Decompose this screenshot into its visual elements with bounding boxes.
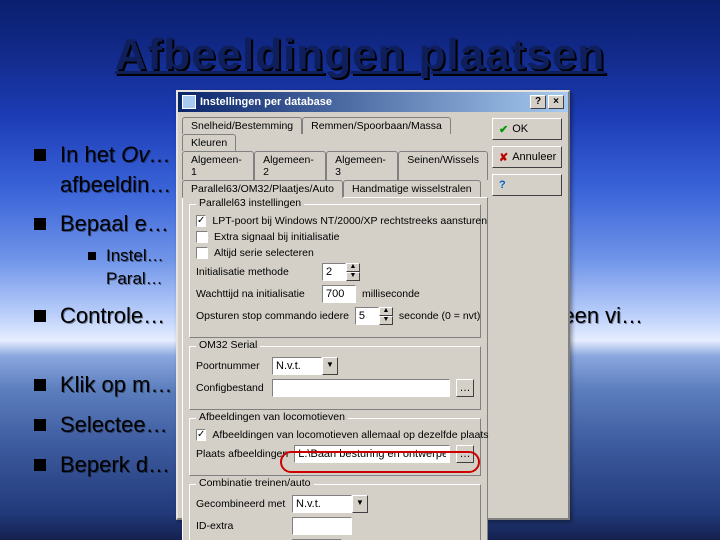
tab-seinen[interactable]: Seinen/Wissels	[398, 151, 488, 180]
same-place-checkbox[interactable]	[196, 429, 206, 441]
question-icon: ?	[499, 179, 506, 191]
combi-combo[interactable]	[292, 495, 352, 513]
init-method-field[interactable]	[322, 263, 346, 281]
help-button[interactable]: ?	[492, 174, 562, 196]
titlebar[interactable]: Instellingen per database ? ×	[178, 92, 568, 112]
group-om32: OM32 Serial Poortnummer ▼ Configbestand …	[189, 346, 481, 410]
serie-checkbox[interactable]	[196, 247, 208, 259]
spin-up-icon[interactable]: ▲	[379, 307, 393, 316]
spin-down-icon[interactable]: ▼	[346, 272, 360, 281]
group-title: Combinatie treinen/auto	[196, 477, 314, 489]
wait-label: Wachttijd na initialisatie	[196, 288, 316, 300]
combi-label: Gecombineerd met	[196, 498, 286, 510]
group-title: OM32 Serial	[196, 339, 260, 351]
path-label: Plaats afbeeldingen	[196, 448, 288, 460]
id-extra-label: ID-extra	[196, 520, 286, 532]
lpt-checkbox[interactable]	[196, 215, 206, 227]
tab-algemeen2[interactable]: Algemeen-2	[254, 151, 326, 180]
stop-unit: seconde (0 = nvt)	[399, 310, 480, 322]
same-place-label: Afbeeldingen van locomotieven allemaal o…	[212, 429, 488, 441]
wait-unit: milliseconde	[362, 288, 420, 300]
slide-title: Afbeeldingen plaatsen	[0, 30, 720, 80]
port-label: Poortnummer	[196, 360, 266, 372]
group-title: Afbeeldingen van locomotieven	[196, 411, 348, 423]
cancel-button[interactable]: ✘Annuleer	[492, 146, 562, 168]
tab-handmatig[interactable]: Handmatige wisselstralen	[343, 180, 481, 198]
settings-dialog: Instellingen per database ? × ✔OK ✘Annul…	[176, 90, 570, 520]
tab-algemeen1[interactable]: Algemeen-1	[182, 151, 254, 180]
serie-label: Altijd serie selecteren	[214, 247, 314, 259]
tab-remmen[interactable]: Remmen/Spoorbaan/Massa	[302, 117, 451, 134]
close-icon: ✘	[499, 151, 508, 164]
app-icon	[182, 95, 196, 109]
dialog-title: Instellingen per database	[200, 96, 332, 108]
om32-port-combo[interactable]	[272, 357, 322, 375]
spin-up-icon[interactable]: ▲	[346, 263, 360, 272]
browse-button[interactable]: …	[456, 445, 474, 463]
stop-label: Opsturen stop commando iedere	[196, 310, 349, 322]
stop-field[interactable]	[355, 307, 379, 325]
chevron-down-icon[interactable]: ▼	[352, 495, 368, 513]
close-button[interactable]: ×	[548, 95, 564, 109]
tab-kleuren[interactable]: Kleuren	[182, 134, 236, 151]
tab-snelheid[interactable]: Snelheid/Bestemming	[182, 117, 302, 134]
id-extra-field[interactable]	[292, 517, 352, 535]
image-path-field[interactable]	[294, 445, 450, 463]
wait-field[interactable]	[322, 285, 356, 303]
config-label: Configbestand	[196, 382, 266, 394]
ok-button[interactable]: ✔OK	[492, 118, 562, 140]
extra-signal-label: Extra signaal bij initialisatie	[214, 231, 339, 243]
spin-down-icon[interactable]: ▼	[379, 316, 393, 325]
init-label: Initialisatie methode	[196, 266, 316, 278]
group-parallel: Parallel63 instellingen LPT-poort bij Wi…	[189, 204, 481, 338]
group-title: Parallel63 instellingen	[196, 197, 304, 209]
help-button[interactable]: ?	[530, 95, 546, 109]
extra-signal-checkbox[interactable]	[196, 231, 208, 243]
tab-panel: Parallel63 instellingen LPT-poort bij Wi…	[182, 197, 488, 540]
chevron-down-icon[interactable]: ▼	[322, 357, 338, 375]
tab-algemeen3[interactable]: Algemeen-3	[326, 151, 398, 180]
config-field[interactable]	[272, 379, 450, 397]
group-combi: Combinatie treinen/auto Gecombineerd met…	[189, 484, 481, 540]
lpt-label: LPT-poort bij Windows NT/2000/XP rechtst…	[212, 215, 487, 227]
check-icon: ✔	[499, 123, 508, 136]
tab-parallel[interactable]: Parallel63/OM32/Plaatjes/Auto	[182, 180, 343, 198]
browse-button[interactable]: …	[456, 379, 474, 397]
group-images: Afbeeldingen van locomotieven Afbeelding…	[189, 418, 481, 476]
